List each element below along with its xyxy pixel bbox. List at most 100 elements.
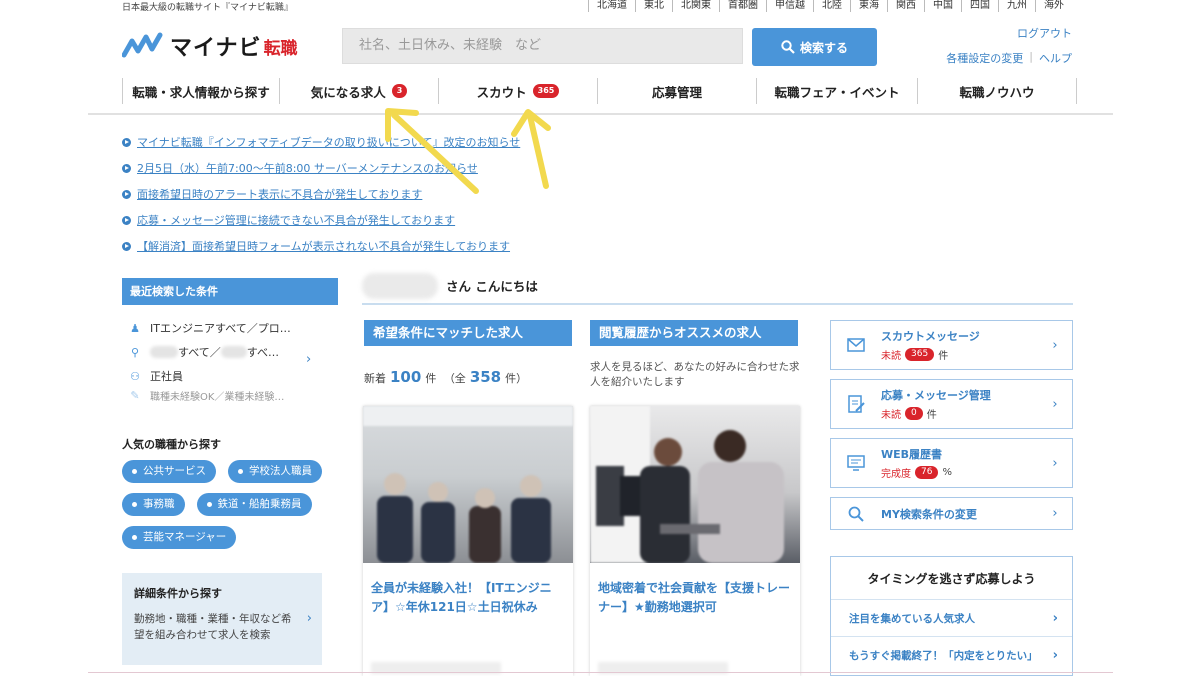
region-link[interactable]: 北海道	[588, 0, 635, 12]
header-links: 各種設定の変更 | ヘルプ	[946, 50, 1072, 66]
total-unit: 件）	[505, 372, 528, 385]
greeting-text: さん こんにちは	[446, 279, 538, 294]
notice-link[interactable]: 【解消済】面接希望日時フォームが表示されない不具合が発生しております	[137, 238, 510, 254]
arrow-bullet-icon	[122, 189, 131, 199]
chevron-right-icon: ›	[1052, 455, 1058, 471]
job-photo	[363, 406, 573, 563]
my-search-conditions-box[interactable]: MY検索条件の変更 ›	[830, 497, 1073, 530]
notice-item[interactable]: 【解消済】面接希望日時フォームが表示されない不具合が発生しております	[122, 233, 520, 259]
redacted-text	[220, 346, 247, 358]
condition-location: ⚲ すべて／ すべ…	[128, 340, 328, 364]
search-button[interactable]: 検索する	[752, 28, 877, 66]
popular-jobs-title: 人気の職種から探す	[122, 438, 221, 451]
condition-employment-text: 正社員	[150, 370, 183, 383]
job-tag[interactable]: 芸能マネージャー	[122, 526, 237, 549]
job-card[interactable]: 全員が未経験入社！【ITエンジニア】☆年休121日☆土日祝休み	[363, 406, 573, 676]
condition-location-text: すべて／	[178, 346, 221, 359]
region-link[interactable]: 甲信越	[766, 0, 813, 12]
pen-icon: ✎	[130, 388, 140, 402]
search-input[interactable]: 社名、土日休み、未経験 など	[342, 28, 743, 64]
redacted-text	[150, 346, 178, 358]
region-link[interactable]: 東海	[850, 0, 887, 12]
scout-unread-badge: 365	[905, 348, 935, 361]
timing-title: タイミングを逃さず応募しよう	[831, 557, 1072, 600]
new-count[interactable]: 100	[390, 368, 421, 386]
region-link[interactable]: 北陸	[813, 0, 850, 12]
chevron-right-icon[interactable]: ›	[306, 352, 311, 367]
job-tag[interactable]: 鉄道・船舶乗務員	[196, 493, 312, 516]
notice-item[interactable]: 応募・メッセージ管理に接続できない不具合が発生しております	[122, 207, 520, 233]
nav-favorites[interactable]: 気になる求人 3	[279, 78, 438, 104]
completion-label: 完成度	[881, 469, 911, 480]
chevron-right-icon: ›	[1052, 506, 1058, 521]
arrow-bullet-icon	[122, 241, 131, 251]
chevron-right-icon: ›	[1052, 610, 1058, 626]
detail-search-title: 詳細条件から探す	[134, 587, 222, 600]
region-link[interactable]: 関西	[887, 0, 924, 12]
total-count[interactable]: 358	[470, 368, 501, 386]
condition-job: ♟ ITエンジニアすべて／プロ…	[128, 316, 328, 340]
logout-link[interactable]: ログアウト	[1017, 25, 1072, 41]
region-link[interactable]: 九州	[998, 0, 1035, 12]
location-pin-icon: ⚲	[130, 345, 140, 359]
job-tag[interactable]: 事務職	[122, 493, 185, 516]
search-icon	[831, 506, 881, 522]
job-count: 新着 100 件 （全 358 件）	[364, 368, 527, 386]
logo-text: マイナビ	[170, 36, 262, 61]
monitor-icon	[831, 455, 881, 471]
region-link[interactable]: 首都圏	[719, 0, 766, 12]
job-tag[interactable]: 公共サービス	[122, 460, 216, 483]
notice-link[interactable]: 応募・メッセージ管理に接続できない不具合が発生しております	[137, 212, 455, 228]
job-tag[interactable]: 学校法人職員	[228, 460, 322, 483]
unit-label: %	[942, 467, 952, 478]
arrow-bullet-icon	[122, 215, 131, 225]
timing-link[interactable]: 注目を集めている人気求人 ›	[831, 600, 1072, 637]
unread-label: 未読	[881, 351, 901, 362]
site-logo[interactable]: マイナビ 転職	[121, 30, 298, 62]
nav-events[interactable]: 転職フェア・イベント	[756, 78, 917, 104]
web-resume-box[interactable]: WEB履歴書 完成度 76% ›	[830, 438, 1073, 488]
my-search-title: MY検索条件の変更	[881, 507, 977, 521]
job-card[interactable]: 地域密着で社会貢献を【支援トレーナー】★勤務地選択可	[590, 406, 800, 676]
recent-search-header: 最近検索した条件	[122, 278, 338, 305]
detail-search-desc: 勤務地・職種・業種・年収など希望を組み合わせて求人を検索	[134, 613, 292, 641]
completion-badge: 76	[915, 466, 939, 479]
popular-job-tags: 公共サービス 学校法人職員 事務職 鉄道・船舶乗務員 芸能マネージャー	[122, 460, 332, 549]
nav-label: 応募管理	[651, 84, 702, 100]
region-link[interactable]: 中国	[924, 0, 961, 12]
nav-scout[interactable]: スカウト 365	[438, 78, 597, 104]
chevron-right-icon: ›	[1052, 337, 1058, 353]
region-link[interactable]: 四国	[961, 0, 998, 12]
help-link[interactable]: ヘルプ	[1039, 50, 1072, 66]
region-link[interactable]: 北関東	[672, 0, 719, 12]
condition-extra: ✎ 職種未経験OK／業種未経験…	[128, 388, 328, 403]
region-link[interactable]: 東北	[635, 0, 672, 12]
region-link[interactable]: 海外	[1035, 0, 1072, 12]
site-tagline: 日本最大級の転職サイト『マイナビ転職』	[122, 3, 293, 13]
settings-link[interactable]: 各種設定の変更	[946, 50, 1023, 66]
annotation-arrow-icon	[511, 109, 551, 189]
detail-search-box[interactable]: 詳細条件から探す 勤務地・職種・業種・年収など希望を組み合わせて求人を検索 ›	[122, 573, 322, 665]
timing-box: タイミングを逃さず応募しよう 注目を集めている人気求人 › もうすぐ掲載終了！「内…	[830, 556, 1073, 676]
nav-job-search[interactable]: 転職・求人情報から探す	[122, 78, 279, 104]
unit-label: 件	[425, 372, 437, 385]
application-title: 応募・メッセージ管理	[881, 389, 991, 402]
greeting-bar: さん こんにちは	[362, 268, 1073, 305]
arrow-bullet-icon	[122, 137, 131, 147]
application-unread-badge: 0	[905, 407, 923, 420]
application-message-box[interactable]: 応募・メッセージ管理 未読 0 件 ›	[830, 379, 1073, 429]
nav-label: スカウト	[476, 84, 527, 100]
recent-search-conditions[interactable]: ♟ ITエンジニアすべて／プロ… ⚲ すべて／ すべ… ⚇ 正社員 ✎ 職種未経験OK／業…	[128, 316, 328, 403]
unit-label: 件	[926, 410, 937, 421]
envelope-icon	[831, 338, 881, 352]
separator: |	[1029, 50, 1033, 63]
job-card-title[interactable]: 全員が未経験入社！【ITエンジニア】☆年休121日☆土日祝休み	[363, 563, 573, 617]
nav-knowhow[interactable]: 転職ノウハウ	[917, 78, 1077, 104]
nav-applications[interactable]: 応募管理	[597, 78, 756, 104]
job-card-title[interactable]: 地域密着で社会貢献を【支援トレーナー】★勤務地選択可	[590, 563, 800, 617]
people-icon: ⚇	[130, 369, 140, 383]
total-label: （全	[443, 372, 466, 385]
timing-link[interactable]: もうすぐ掲載終了！「内定をとりたい」 ›	[831, 637, 1072, 673]
nav-label: 転職フェア・イベント	[774, 84, 900, 100]
scout-message-box[interactable]: スカウトメッセージ 未読 365 件 ›	[830, 320, 1073, 370]
